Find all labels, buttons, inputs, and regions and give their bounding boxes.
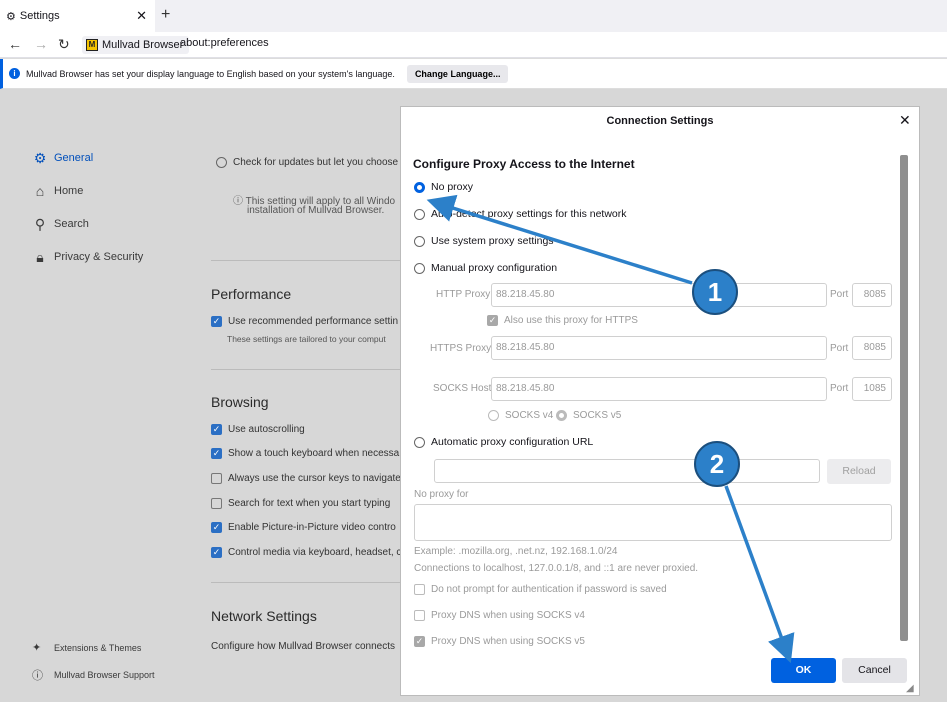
arrow-1 xyxy=(426,194,693,285)
arrow-2 xyxy=(724,485,795,664)
annotation-arrows xyxy=(426,194,795,664)
step-badge-1: 1 xyxy=(692,269,738,315)
step-badge-2: 2 xyxy=(694,441,740,487)
